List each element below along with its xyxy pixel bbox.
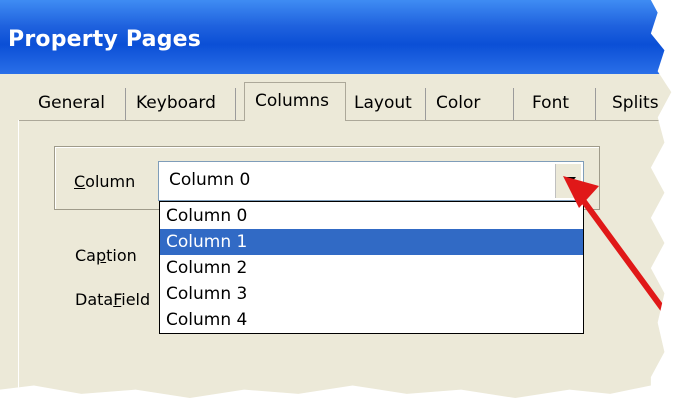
tab-keyboard[interactable]: Keyboard: [136, 88, 236, 120]
tab-color[interactable]: Color: [436, 88, 514, 120]
caption-label-rest: tion: [106, 246, 137, 265]
datafield-label-rest: ield: [121, 290, 151, 309]
caption-label-prefix: Ca: [75, 246, 96, 265]
property-pages-window: Property Pages General Keyboard Columns …: [0, 0, 672, 399]
column-combobox[interactable]: Column 0: [158, 161, 584, 201]
dropdown-option[interactable]: Column 2: [160, 255, 583, 281]
column-label-text: olumn: [85, 172, 136, 191]
tab-label: Splits: [612, 93, 659, 113]
screenshot-stage: Property Pages General Keyboard Columns …: [0, 0, 678, 419]
dropdown-option[interactable]: Column 0: [160, 203, 583, 229]
dropdown-option[interactable]: Column 3: [160, 281, 583, 307]
column-label: Column: [74, 172, 135, 191]
datafield-label-prefix: Data: [75, 290, 114, 309]
tab-layout[interactable]: Layout: [354, 88, 426, 120]
tab-label: Color: [436, 93, 481, 113]
tab-label: Columns: [255, 91, 329, 111]
tab-splits[interactable]: Splits: [612, 88, 672, 120]
dropdown-option-highlighted[interactable]: Column 1: [160, 229, 583, 255]
caption-label: Caption: [75, 246, 137, 265]
mnemonic-p: p: [95, 246, 107, 265]
tab-label: Layout: [354, 93, 412, 113]
red-arrow-icon: [563, 176, 668, 315]
tab-label: General: [38, 93, 105, 113]
tab-font[interactable]: Font: [532, 88, 596, 120]
tab-columns[interactable]: Columns: [244, 82, 346, 121]
tab-general[interactable]: General: [38, 88, 126, 120]
title-bar[interactable]: Property Pages: [0, 0, 672, 74]
column-dropdown-list[interactable]: Column 0 Column 1 Column 2 Column 3 Colu…: [159, 201, 584, 334]
mnemonic-c: C: [74, 172, 86, 191]
combobox-value: Column 0: [169, 170, 251, 190]
window-title: Property Pages: [8, 27, 202, 52]
tab-label: Keyboard: [136, 93, 216, 113]
dropdown-option[interactable]: Column 4: [160, 307, 583, 333]
tab-label: Font: [532, 93, 570, 113]
datafield-label: DataField: [75, 290, 150, 309]
